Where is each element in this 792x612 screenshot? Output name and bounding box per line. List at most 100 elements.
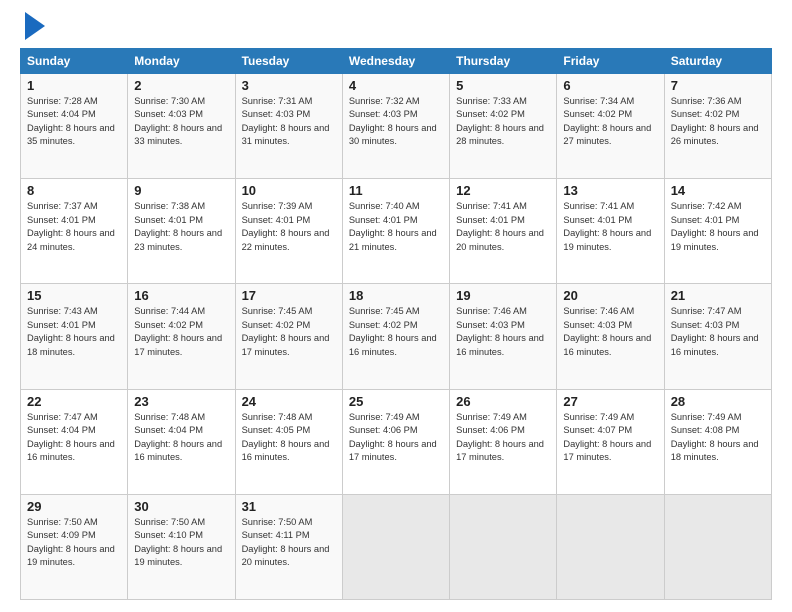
day-number: 4 [349, 78, 443, 93]
calendar-day-cell [450, 494, 557, 599]
logo [20, 16, 45, 40]
day-number: 19 [456, 288, 550, 303]
day-info: Sunrise: 7:41 AMSunset: 4:01 PMDaylight:… [456, 201, 544, 251]
day-info: Sunrise: 7:42 AMSunset: 4:01 PMDaylight:… [671, 201, 759, 251]
day-info: Sunrise: 7:46 AMSunset: 4:03 PMDaylight:… [563, 306, 651, 356]
calendar-day-cell [664, 494, 771, 599]
calendar-day-cell: 28 Sunrise: 7:49 AMSunset: 4:08 PMDaylig… [664, 389, 771, 494]
day-info: Sunrise: 7:49 AMSunset: 4:07 PMDaylight:… [563, 412, 651, 462]
calendar-day-cell: 29 Sunrise: 7:50 AMSunset: 4:09 PMDaylig… [21, 494, 128, 599]
weekday-header: Sunday [21, 49, 128, 74]
day-number: 7 [671, 78, 765, 93]
weekday-header: Tuesday [235, 49, 342, 74]
day-info: Sunrise: 7:41 AMSunset: 4:01 PMDaylight:… [563, 201, 651, 251]
calendar-day-cell [557, 494, 664, 599]
calendar-day-cell: 30 Sunrise: 7:50 AMSunset: 4:10 PMDaylig… [128, 494, 235, 599]
calendar-day-cell: 18 Sunrise: 7:45 AMSunset: 4:02 PMDaylig… [342, 284, 449, 389]
day-number: 11 [349, 183, 443, 198]
day-number: 22 [27, 394, 121, 409]
calendar-week-row: 15 Sunrise: 7:43 AMSunset: 4:01 PMDaylig… [21, 284, 772, 389]
calendar-week-row: 22 Sunrise: 7:47 AMSunset: 4:04 PMDaylig… [21, 389, 772, 494]
day-info: Sunrise: 7:38 AMSunset: 4:01 PMDaylight:… [134, 201, 222, 251]
day-number: 12 [456, 183, 550, 198]
calendar-day-cell: 17 Sunrise: 7:45 AMSunset: 4:02 PMDaylig… [235, 284, 342, 389]
day-info: Sunrise: 7:30 AMSunset: 4:03 PMDaylight:… [134, 96, 222, 146]
day-info: Sunrise: 7:28 AMSunset: 4:04 PMDaylight:… [27, 96, 115, 146]
day-info: Sunrise: 7:50 AMSunset: 4:09 PMDaylight:… [27, 517, 115, 567]
weekday-header: Wednesday [342, 49, 449, 74]
calendar-day-cell: 25 Sunrise: 7:49 AMSunset: 4:06 PMDaylig… [342, 389, 449, 494]
calendar-day-cell: 5 Sunrise: 7:33 AMSunset: 4:02 PMDayligh… [450, 74, 557, 179]
day-number: 24 [242, 394, 336, 409]
day-info: Sunrise: 7:45 AMSunset: 4:02 PMDaylight:… [349, 306, 437, 356]
calendar-day-cell: 15 Sunrise: 7:43 AMSunset: 4:01 PMDaylig… [21, 284, 128, 389]
weekday-header: Saturday [664, 49, 771, 74]
weekday-header: Friday [557, 49, 664, 74]
calendar-day-cell: 6 Sunrise: 7:34 AMSunset: 4:02 PMDayligh… [557, 74, 664, 179]
day-info: Sunrise: 7:32 AMSunset: 4:03 PMDaylight:… [349, 96, 437, 146]
day-info: Sunrise: 7:36 AMSunset: 4:02 PMDaylight:… [671, 96, 759, 146]
day-info: Sunrise: 7:37 AMSunset: 4:01 PMDaylight:… [27, 201, 115, 251]
calendar-day-cell: 9 Sunrise: 7:38 AMSunset: 4:01 PMDayligh… [128, 179, 235, 284]
calendar-day-cell: 26 Sunrise: 7:49 AMSunset: 4:06 PMDaylig… [450, 389, 557, 494]
day-number: 23 [134, 394, 228, 409]
day-info: Sunrise: 7:31 AMSunset: 4:03 PMDaylight:… [242, 96, 330, 146]
day-number: 26 [456, 394, 550, 409]
calendar-day-cell: 20 Sunrise: 7:46 AMSunset: 4:03 PMDaylig… [557, 284, 664, 389]
calendar-day-cell: 27 Sunrise: 7:49 AMSunset: 4:07 PMDaylig… [557, 389, 664, 494]
day-number: 9 [134, 183, 228, 198]
day-info: Sunrise: 7:44 AMSunset: 4:02 PMDaylight:… [134, 306, 222, 356]
weekday-header: Monday [128, 49, 235, 74]
calendar-day-cell: 14 Sunrise: 7:42 AMSunset: 4:01 PMDaylig… [664, 179, 771, 284]
day-info: Sunrise: 7:40 AMSunset: 4:01 PMDaylight:… [349, 201, 437, 251]
calendar-day-cell: 4 Sunrise: 7:32 AMSunset: 4:03 PMDayligh… [342, 74, 449, 179]
calendar-header-row: SundayMondayTuesdayWednesdayThursdayFrid… [21, 49, 772, 74]
calendar-day-cell: 13 Sunrise: 7:41 AMSunset: 4:01 PMDaylig… [557, 179, 664, 284]
calendar-day-cell: 12 Sunrise: 7:41 AMSunset: 4:01 PMDaylig… [450, 179, 557, 284]
day-info: Sunrise: 7:48 AMSunset: 4:05 PMDaylight:… [242, 412, 330, 462]
calendar-day-cell: 1 Sunrise: 7:28 AMSunset: 4:04 PMDayligh… [21, 74, 128, 179]
calendar-day-cell: 22 Sunrise: 7:47 AMSunset: 4:04 PMDaylig… [21, 389, 128, 494]
calendar-day-cell: 8 Sunrise: 7:37 AMSunset: 4:01 PMDayligh… [21, 179, 128, 284]
day-info: Sunrise: 7:46 AMSunset: 4:03 PMDaylight:… [456, 306, 544, 356]
calendar-day-cell: 11 Sunrise: 7:40 AMSunset: 4:01 PMDaylig… [342, 179, 449, 284]
day-info: Sunrise: 7:48 AMSunset: 4:04 PMDaylight:… [134, 412, 222, 462]
day-info: Sunrise: 7:49 AMSunset: 4:08 PMDaylight:… [671, 412, 759, 462]
day-number: 13 [563, 183, 657, 198]
day-info: Sunrise: 7:39 AMSunset: 4:01 PMDaylight:… [242, 201, 330, 251]
day-number: 10 [242, 183, 336, 198]
day-info: Sunrise: 7:47 AMSunset: 4:04 PMDaylight:… [27, 412, 115, 462]
logo-icon [23, 12, 45, 40]
calendar-day-cell: 7 Sunrise: 7:36 AMSunset: 4:02 PMDayligh… [664, 74, 771, 179]
day-info: Sunrise: 7:49 AMSunset: 4:06 PMDaylight:… [456, 412, 544, 462]
day-info: Sunrise: 7:45 AMSunset: 4:02 PMDaylight:… [242, 306, 330, 356]
calendar-day-cell: 2 Sunrise: 7:30 AMSunset: 4:03 PMDayligh… [128, 74, 235, 179]
day-number: 27 [563, 394, 657, 409]
day-number: 6 [563, 78, 657, 93]
day-number: 29 [27, 499, 121, 514]
day-number: 5 [456, 78, 550, 93]
calendar-day-cell: 24 Sunrise: 7:48 AMSunset: 4:05 PMDaylig… [235, 389, 342, 494]
day-number: 20 [563, 288, 657, 303]
day-number: 8 [27, 183, 121, 198]
day-number: 2 [134, 78, 228, 93]
day-number: 31 [242, 499, 336, 514]
calendar-day-cell [342, 494, 449, 599]
calendar-day-cell: 16 Sunrise: 7:44 AMSunset: 4:02 PMDaylig… [128, 284, 235, 389]
calendar-week-row: 29 Sunrise: 7:50 AMSunset: 4:09 PMDaylig… [21, 494, 772, 599]
day-number: 30 [134, 499, 228, 514]
day-number: 3 [242, 78, 336, 93]
weekday-header: Thursday [450, 49, 557, 74]
day-info: Sunrise: 7:33 AMSunset: 4:02 PMDaylight:… [456, 96, 544, 146]
day-number: 28 [671, 394, 765, 409]
day-number: 18 [349, 288, 443, 303]
day-number: 16 [134, 288, 228, 303]
day-info: Sunrise: 7:34 AMSunset: 4:02 PMDaylight:… [563, 96, 651, 146]
day-info: Sunrise: 7:50 AMSunset: 4:10 PMDaylight:… [134, 517, 222, 567]
calendar-day-cell: 31 Sunrise: 7:50 AMSunset: 4:11 PMDaylig… [235, 494, 342, 599]
day-number: 14 [671, 183, 765, 198]
day-info: Sunrise: 7:47 AMSunset: 4:03 PMDaylight:… [671, 306, 759, 356]
day-number: 25 [349, 394, 443, 409]
day-info: Sunrise: 7:43 AMSunset: 4:01 PMDaylight:… [27, 306, 115, 356]
day-number: 21 [671, 288, 765, 303]
